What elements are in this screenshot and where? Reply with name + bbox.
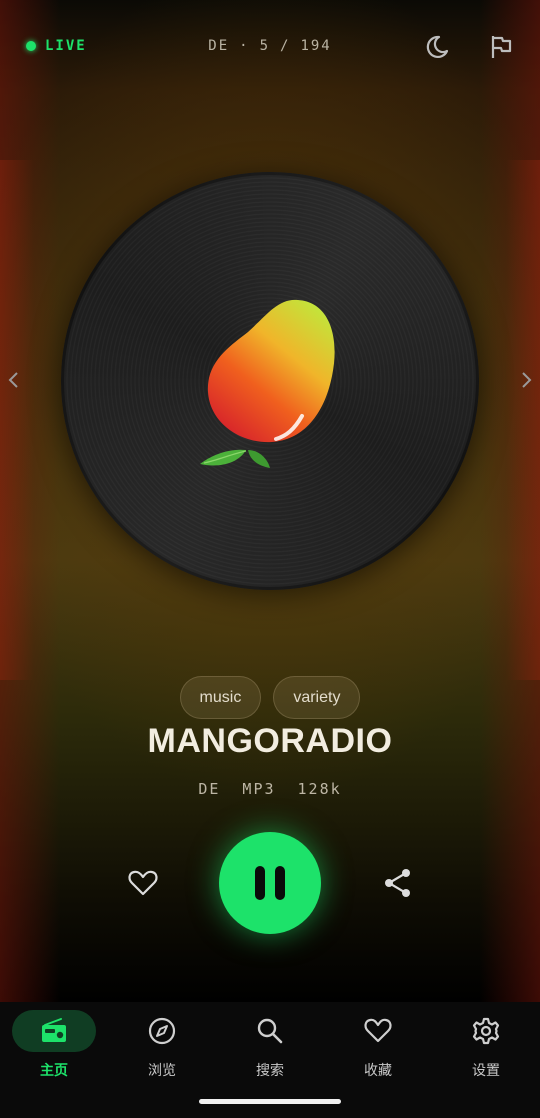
nav-item-home[interactable]: 主页: [0, 1010, 108, 1090]
chevron-right-icon[interactable]: [516, 368, 536, 392]
nav-label: 主页: [40, 1063, 68, 1079]
radio-icon: [42, 1018, 66, 1042]
counter-total: 194: [300, 38, 332, 54]
nav-item-browse[interactable]: 浏览: [108, 1010, 216, 1090]
nav-item-favorites[interactable]: 收藏: [324, 1010, 432, 1090]
chevron-left-icon[interactable]: [4, 368, 24, 392]
nav-pill: [228, 1010, 312, 1052]
tag-chip[interactable]: music: [179, 676, 262, 719]
gear-icon: [472, 1017, 500, 1045]
nav-pill: [444, 1010, 528, 1052]
pause-button[interactable]: [219, 832, 321, 934]
station-counter: DE · 5 / 194: [0, 38, 540, 54]
heart-icon: [364, 1018, 392, 1043]
counter-current: 5: [259, 38, 270, 54]
nav-pill: [336, 1010, 420, 1052]
compass-icon: [148, 1017, 176, 1045]
nav-label: 收藏: [364, 1063, 392, 1079]
heart-icon: [128, 870, 158, 896]
flag-icon[interactable]: [486, 32, 516, 62]
station-name: MANGORADIO: [147, 722, 393, 760]
nav-label: 设置: [472, 1063, 500, 1079]
nav-item-search[interactable]: 搜索: [216, 1010, 324, 1090]
share-icon: [385, 869, 410, 897]
pause-icon: [275, 866, 285, 900]
favorite-button[interactable]: [126, 866, 160, 900]
nav-pill: [120, 1010, 204, 1052]
station-logo: [190, 290, 350, 480]
stream-info: DE MP3 128k: [0, 780, 540, 798]
info-country: DE: [198, 780, 221, 798]
moon-icon[interactable]: [422, 32, 452, 62]
home-indicator[interactable]: [199, 1099, 341, 1104]
station-tags: music variety: [0, 676, 540, 719]
pause-icon: [255, 866, 265, 900]
top-bar: LIVE DE · 5/194: [0, 26, 540, 66]
counter-separator: ·: [239, 38, 250, 54]
counter-slash: /: [280, 38, 291, 54]
info-codec: MP3: [242, 780, 276, 798]
info-bitrate: 128k: [297, 780, 342, 798]
nav-pill: [12, 1010, 96, 1052]
left-glow: [0, 160, 34, 680]
right-glow: [506, 160, 540, 680]
share-button[interactable]: [381, 866, 415, 900]
search-icon: [257, 1018, 283, 1044]
counter-country: DE: [208, 38, 230, 54]
nav-label: 搜索: [256, 1063, 284, 1079]
nav-item-settings[interactable]: 设置: [432, 1010, 540, 1090]
nav-label: 浏览: [148, 1063, 176, 1079]
tag-chip[interactable]: variety: [273, 676, 361, 719]
